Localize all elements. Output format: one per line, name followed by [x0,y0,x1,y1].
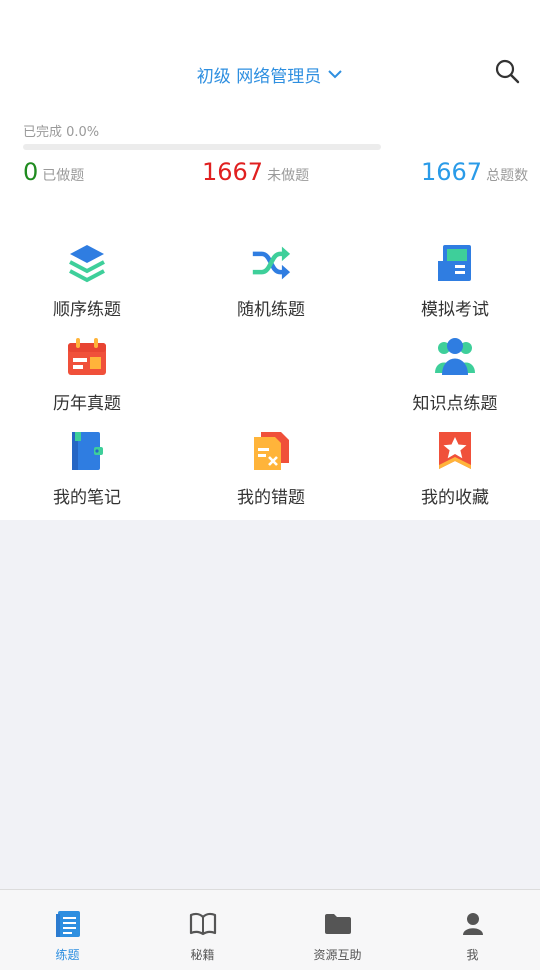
menu-mock-exam[interactable]: 模拟考试 [380,243,530,329]
undone-count: 1667 [202,158,264,186]
people-icon [435,337,475,377]
document-icon [54,910,82,938]
tab-label: 秘籍 [190,948,215,962]
undone-label: 未做题 [267,168,310,184]
menu-sequential-practice[interactable]: 顺序练题 [12,243,162,329]
menu-label: 顺序练题 [53,300,121,320]
menu-knowledge-practice[interactable]: 知识点练题 [380,337,530,423]
exam-book-icon [435,243,475,283]
star-bookmark-icon [435,431,475,471]
stat-done: 0 已做题 [23,158,84,192]
layers-icon [67,243,107,283]
subject-selector[interactable]: 初级 网络管理员 [0,60,540,88]
person-icon [459,910,487,938]
menu-my-notes[interactable]: 我的笔记 [12,431,162,517]
search-icon [494,58,520,88]
bottom-tab-bar: 练题 秘籍 资源互助 我 [0,889,540,970]
total-label: 总题数 [486,168,529,184]
menu-label: 知识点练题 [412,394,498,414]
subject-title: 初级 网络管理员 [196,66,322,87]
menu-label: 我的收藏 [421,488,489,508]
done-label: 已做题 [42,168,85,184]
menu-label: 我的错题 [237,488,305,508]
menu-my-favorites[interactable]: 我的收藏 [380,431,530,517]
menu-past-papers[interactable]: 历年真题 [12,337,162,423]
done-count: 0 [23,158,39,186]
tab-me[interactable]: 我 [405,890,540,970]
tab-label: 资源互助 [313,948,362,962]
menu-random-practice[interactable]: 随机练题 [196,243,346,329]
folder-icon [324,910,352,938]
error-doc-icon [251,431,291,471]
open-book-icon [189,910,217,938]
tab-label: 练题 [55,948,80,962]
tab-resources[interactable]: 资源互助 [270,890,405,970]
stat-total: 1667 总题数 [421,158,528,192]
tab-secrets[interactable]: 秘籍 [135,890,270,970]
search-button[interactable] [492,58,522,88]
menu-my-mistakes[interactable]: 我的错题 [196,431,346,517]
menu-label: 模拟考试 [421,300,489,320]
stat-undone: 1667 未做题 [202,158,309,192]
tab-practice[interactable]: 练题 [0,890,135,970]
menu-label: 随机练题 [237,300,305,320]
chevron-down-icon [327,66,343,82]
progress-bar [23,144,381,150]
shuffle-icon [251,243,291,283]
main-panel: 初级 网络管理员 已完成 0.0% 0 已做题 1667 未做题 1667 总题… [0,0,540,520]
total-count: 1667 [421,158,483,186]
menu-label: 我的笔记 [53,488,121,508]
tab-label: 我 [466,948,479,962]
progress-label: 已完成 0.0% [23,125,100,140]
notebook-icon [67,431,107,471]
menu-label: 历年真题 [53,394,121,414]
calendar-icon [67,337,107,377]
